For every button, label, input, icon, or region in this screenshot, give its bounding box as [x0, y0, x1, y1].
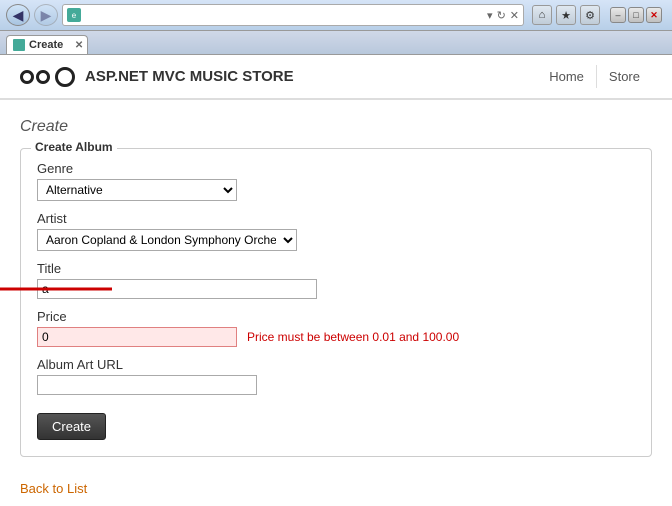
tab-title: Create	[29, 39, 63, 51]
genre-select[interactable]: Alternative Jazz Rock Disco Classical	[37, 179, 237, 201]
url-input[interactable]: http://localhost:26641/StoreManager/Crea…	[85, 9, 483, 21]
back-to-list-link[interactable]: Back to List	[20, 481, 87, 496]
favicon: e	[67, 8, 81, 22]
favorites-icon[interactable]: ★	[556, 5, 576, 25]
title-group: Title	[37, 261, 635, 299]
site-title: ASP.NET MVC MUSIC STORE	[85, 68, 294, 85]
artist-select[interactable]: Aaron Copland & London Symphony Orchestr…	[37, 229, 297, 251]
header-divider	[0, 99, 672, 100]
content-area: Create Create Album Genre Alternative Ja…	[0, 108, 672, 506]
price-group: Price Price must be between 0.01 and 100…	[37, 309, 635, 347]
genre-label: Genre	[37, 161, 635, 176]
refresh-icon[interactable]: ↻	[497, 9, 506, 22]
create-album-form-box: Create Album Genre Alternative Jazz Rock…	[20, 148, 652, 457]
home-icon[interactable]: ⌂	[532, 5, 552, 25]
price-error-message: Price must be between 0.01 and 100.00	[247, 330, 459, 344]
back-nav-button[interactable]: ◀	[6, 4, 30, 26]
title-input[interactable]	[37, 279, 317, 299]
title-input-container	[37, 279, 317, 299]
address-bar: e http://localhost:26641/StoreManager/Cr…	[62, 4, 524, 26]
search-dropdown-icon[interactable]: ▾	[487, 9, 493, 22]
tab-close-icon[interactable]: ✕	[75, 40, 83, 51]
maximize-button[interactable]: □	[628, 7, 644, 23]
create-button[interactable]: Create	[37, 413, 106, 440]
page-wrapper: ASP.NET MVC MUSIC STORE Home Store Creat…	[0, 55, 672, 506]
price-row: Price must be between 0.01 and 100.00	[37, 327, 635, 347]
window-controls: – □ ✕	[610, 7, 662, 23]
tab-bar: Create ✕	[0, 31, 672, 55]
nav-home[interactable]: Home	[537, 65, 597, 88]
artist-label: Artist	[37, 211, 635, 226]
url-input-field[interactable]	[37, 375, 257, 395]
browser-toolbar-right: ⌂ ★ ⚙	[532, 5, 600, 25]
site-logo: ASP.NET MVC MUSIC STORE	[20, 67, 294, 87]
title-label: Title	[37, 261, 635, 276]
artist-group: Artist Aaron Copland & London Symphony O…	[37, 211, 635, 251]
tab-favicon	[13, 39, 25, 51]
page-heading: Create	[20, 118, 652, 136]
forward-nav-button[interactable]: ▶	[34, 4, 58, 26]
logo-graphic	[20, 67, 75, 87]
minimize-button[interactable]: –	[610, 7, 626, 23]
form-box-legend: Create Album	[31, 140, 117, 154]
price-input[interactable]	[37, 327, 237, 347]
url-label: Album Art URL	[37, 357, 635, 372]
settings-icon[interactable]: ⚙	[580, 5, 600, 25]
genre-group: Genre Alternative Jazz Rock Disco Classi…	[37, 161, 635, 201]
site-nav: Home Store	[537, 65, 652, 88]
stop-icon[interactable]: ✕	[510, 9, 519, 22]
price-label: Price	[37, 309, 635, 324]
nav-store[interactable]: Store	[597, 65, 652, 88]
browser-chrome: ◀ ▶ e http://localhost:26641/StoreManage…	[0, 0, 672, 31]
url-group: Album Art URL	[37, 357, 635, 395]
close-button[interactable]: ✕	[646, 7, 662, 23]
active-tab[interactable]: Create ✕	[6, 35, 88, 54]
site-header: ASP.NET MVC MUSIC STORE Home Store	[0, 55, 672, 99]
